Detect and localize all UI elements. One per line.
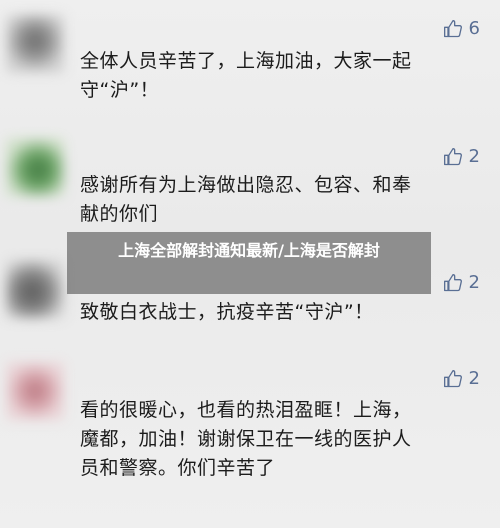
like-button[interactable]: 2	[443, 146, 480, 167]
comment-item: 2 看的很暖心，也看的热泪盈眶！上海， 魔都，加油！谢谢保卫在一线的医护人 员和…	[0, 350, 500, 528]
comment-item: 2 感谢所有为上海做出隐忍、包容、和奉 献的你们	[0, 120, 500, 240]
like-count: 2	[468, 146, 480, 167]
like-button[interactable]: 6	[443, 18, 480, 39]
comment-text: 感谢所有为上海做出隐忍、包容、和奉 献的你们	[80, 174, 412, 225]
like-count: 2	[468, 272, 480, 293]
like-button[interactable]: 2	[443, 368, 480, 389]
like-count: 2	[468, 368, 480, 389]
avatar[interactable]	[6, 260, 64, 318]
thumbs-up-icon	[443, 19, 462, 37]
like-button[interactable]: 2	[443, 272, 480, 293]
overlay-title-text: 上海全部解封通知最新/上海是否解封	[118, 241, 380, 260]
comment-text: 全体人员辛苦了，上海加油，大家一起 守“沪”！	[80, 50, 412, 101]
avatar[interactable]	[6, 138, 64, 196]
like-count: 6	[468, 18, 480, 39]
thumbs-up-icon	[443, 147, 462, 165]
avatar[interactable]	[6, 362, 64, 420]
overlay-title: 上海全部解封通知最新/上海是否解封	[67, 232, 431, 294]
comments-screen: 6 全体人员辛苦了，上海加油，大家一起 守“沪”！ 2 感谢所有为上海做出隐忍、…	[0, 0, 500, 528]
thumbs-up-icon	[443, 369, 462, 387]
comment-text: 致敬白衣战士，抗疫辛苦“守沪”！	[80, 301, 374, 323]
comment-text: 看的很暖心，也看的热泪盈眶！上海， 魔都，加油！谢谢保卫在一线的医护人 员和警察…	[80, 399, 412, 479]
avatar[interactable]	[6, 15, 64, 73]
comment-item: 6 全体人员辛苦了，上海加油，大家一起 守“沪”！	[0, 0, 500, 120]
thumbs-up-icon	[443, 273, 462, 291]
